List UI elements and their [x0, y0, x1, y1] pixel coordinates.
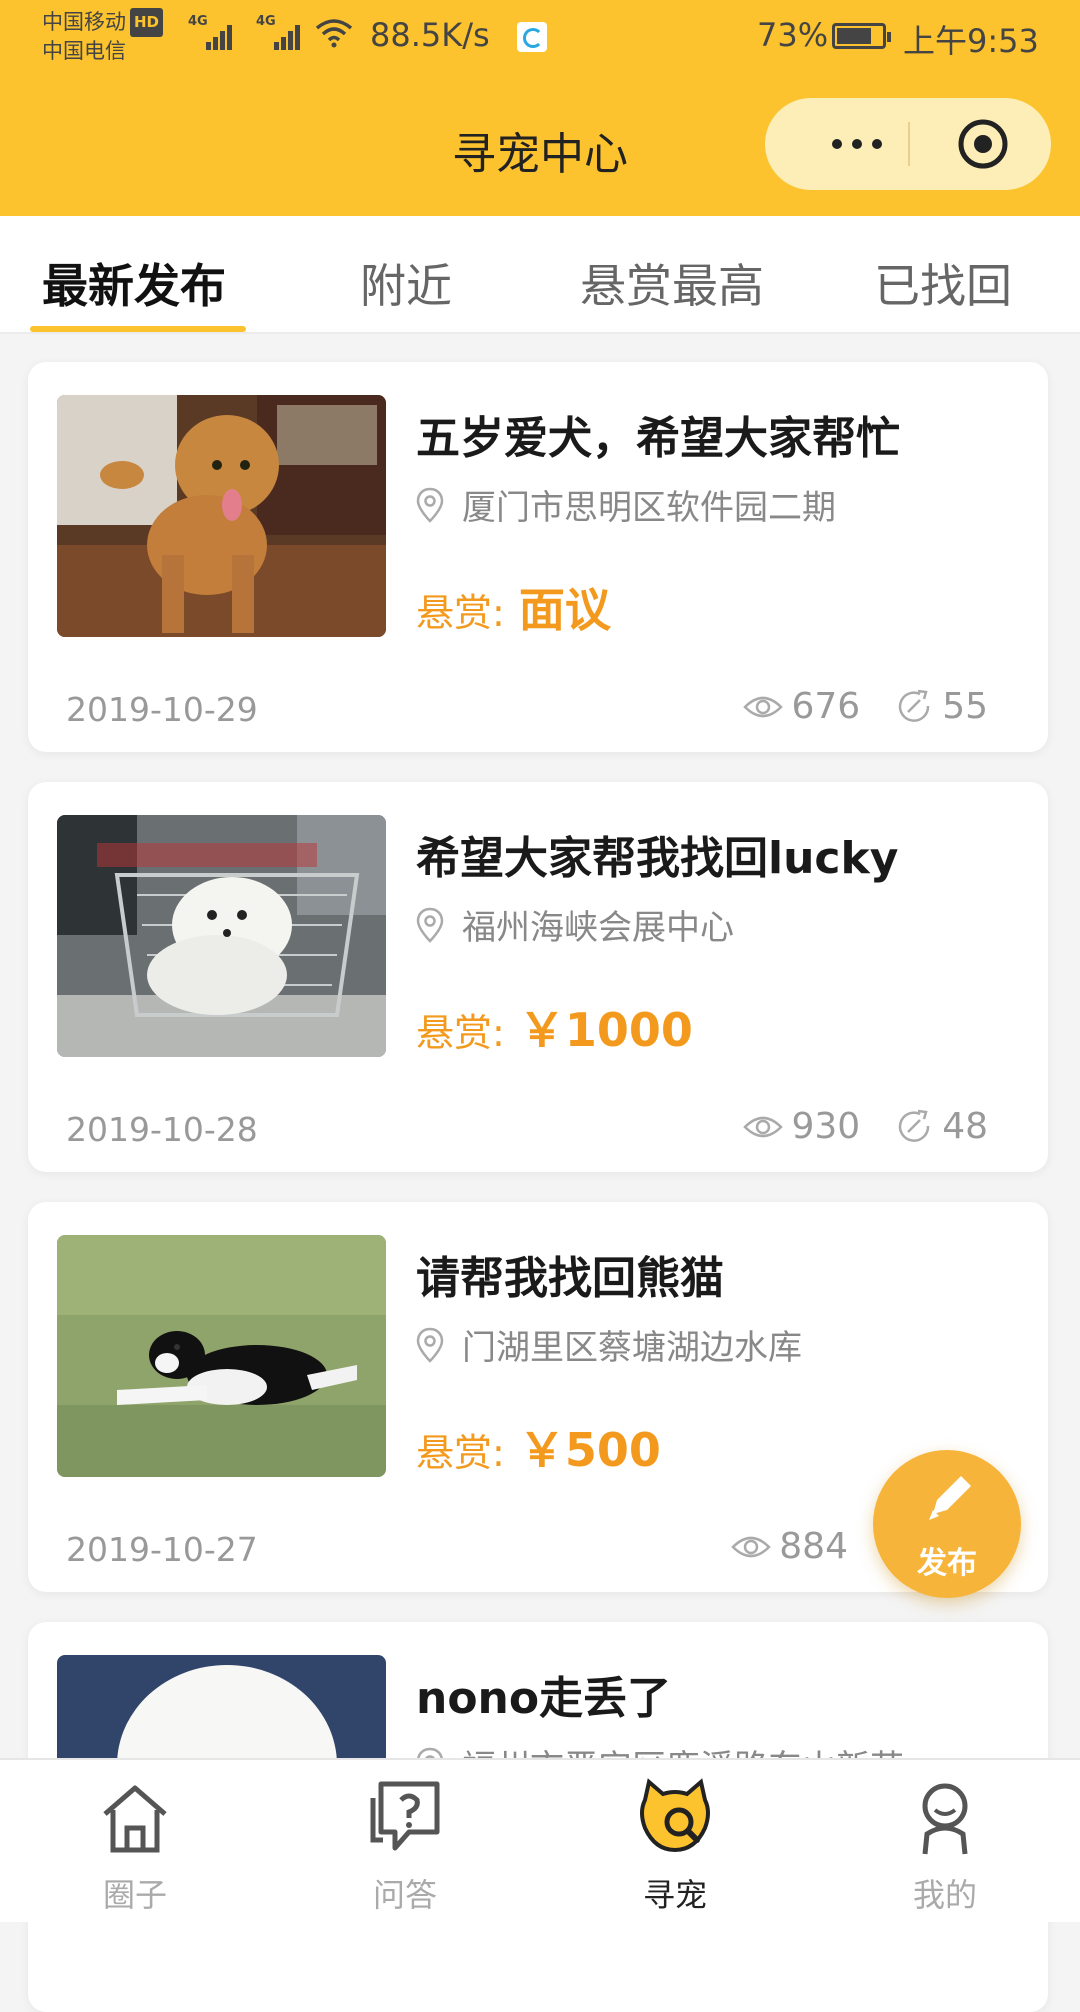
tab-qa[interactable]: 问答 — [270, 1760, 540, 1922]
nav-bar: 寻宠中心 — [0, 76, 1080, 216]
pencil-icon — [929, 1476, 971, 1520]
share-icon — [898, 1109, 930, 1142]
wifi-icon — [315, 19, 353, 48]
mini-program-capsule — [765, 98, 1051, 190]
carrier-info: 中国移动 HD 中国电信 — [42, 8, 164, 66]
tab-mine[interactable]: 我的 — [810, 1760, 1080, 1922]
location-pin-icon — [416, 487, 444, 523]
publish-button[interactable]: 发布 — [873, 1450, 1021, 1598]
carrier-2: 中国电信 — [42, 39, 126, 63]
battery-icon — [832, 23, 891, 49]
reward: 悬赏: ￥1000 — [416, 994, 693, 1060]
post-title: 五岁爱犬，希望大家帮忙 — [416, 413, 900, 464]
question-chat-icon — [370, 1781, 440, 1851]
reward-label: 悬赏: — [416, 1431, 505, 1475]
pet-photo[interactable] — [57, 1235, 386, 1477]
publish-label: 发布 — [917, 1546, 977, 1581]
profile-icon — [922, 1783, 968, 1855]
tab-highest-reward[interactable]: 悬赏最高 — [580, 250, 764, 316]
signal-indicators: 4G 4G — [188, 14, 302, 50]
capsule-divider — [908, 122, 910, 166]
network-speed: 88.5K/s — [370, 16, 490, 54]
reward-value: 面议 — [518, 583, 611, 637]
tab-label: 我的 — [912, 1876, 977, 1914]
view-count: 884 — [779, 1526, 848, 1567]
share-count: 48 — [942, 1106, 988, 1147]
pet-photo[interactable] — [57, 395, 386, 637]
post-title: 希望大家帮我找回lucky — [416, 833, 899, 884]
location-pin-icon — [416, 1327, 444, 1363]
reward-label: 悬赏: — [416, 1011, 505, 1055]
share-count: 55 — [942, 686, 988, 727]
carrier-1: 中国移动 — [42, 10, 126, 34]
post-date: 2019-10-29 — [66, 690, 258, 729]
reward-value: ￥500 — [518, 1423, 661, 1477]
post-location: 福州海峡会展中心 — [416, 900, 734, 949]
tab-label: 问答 — [372, 1876, 437, 1914]
active-tab-indicator — [30, 326, 246, 332]
reward: 悬赏: ￥500 — [416, 1414, 661, 1480]
more-icon[interactable] — [805, 98, 909, 190]
post-stats: 676 55 — [723, 686, 988, 727]
post-title: nono走丢了 — [416, 1673, 672, 1724]
cat-search-icon — [640, 1778, 710, 1853]
eye-icon — [743, 696, 784, 717]
post-stats: 930 48 — [723, 1106, 988, 1147]
post-location: 门湖里区蔡塘湖边水库 — [416, 1320, 802, 1369]
tab-nearby[interactable]: 附近 — [360, 250, 452, 316]
signal-icon: 4G — [188, 14, 234, 50]
location-text: 厦门市思明区软件园二期 — [462, 488, 836, 528]
close-target-icon[interactable] — [955, 116, 1011, 172]
eye-icon — [743, 1116, 784, 1137]
home-icon — [103, 1785, 167, 1853]
location-text: 福州海峡会展中心 — [462, 908, 734, 948]
reward-value: ￥1000 — [518, 1003, 693, 1057]
post-location: 厦门市思明区软件园二期 — [416, 480, 836, 529]
eye-icon — [731, 1536, 772, 1557]
battery-percent: 73% — [757, 16, 829, 54]
status-bar: 中国移动 HD 中国电信 4G 4G 88.5K/s 73% 上午9:53 — [0, 0, 1080, 76]
pet-post-card[interactable]: 希望大家帮我找回lucky 福州海峡会展中心 悬赏: ￥1000 2019-10… — [28, 782, 1048, 1172]
bottom-tab-bar: 圈子 问答 寻宠 我的 — [0, 1758, 1080, 1922]
reward: 悬赏: 面议 — [416, 574, 611, 640]
tab-found[interactable]: 已找回 — [874, 250, 1012, 316]
share-icon — [898, 689, 930, 722]
pet-post-card[interactable]: 五岁爱犬，希望大家帮忙 厦门市思明区软件园二期 悬赏: 面议 2019-10-2… — [28, 362, 1048, 752]
post-title: 请帮我找回熊猫 — [416, 1253, 724, 1304]
app-notification-icon — [517, 22, 547, 52]
location-pin-icon — [416, 907, 444, 943]
post-date: 2019-10-28 — [66, 1110, 258, 1149]
hd-badge: HD — [130, 8, 164, 37]
view-count: 676 — [791, 686, 861, 727]
tab-latest[interactable]: 最新发布 — [42, 250, 226, 316]
filter-tabs: 最新发布 附近 悬赏最高 已找回 — [0, 216, 1080, 334]
post-stats: 884 — [711, 1526, 848, 1567]
view-count: 930 — [791, 1106, 861, 1147]
signal-icon: 4G — [256, 14, 302, 50]
reward-label: 悬赏: — [416, 591, 505, 635]
clock: 上午9:53 — [903, 22, 1039, 60]
tab-label: 圈子 — [102, 1876, 167, 1914]
tab-circle[interactable]: 圈子 — [0, 1760, 270, 1922]
post-date: 2019-10-27 — [66, 1530, 258, 1569]
pet-photo[interactable] — [57, 815, 386, 1057]
tab-label: 寻宠 — [642, 1876, 707, 1914]
tab-find-pet[interactable]: 寻宠 — [540, 1760, 810, 1922]
location-text: 门湖里区蔡塘湖边水库 — [462, 1328, 802, 1368]
